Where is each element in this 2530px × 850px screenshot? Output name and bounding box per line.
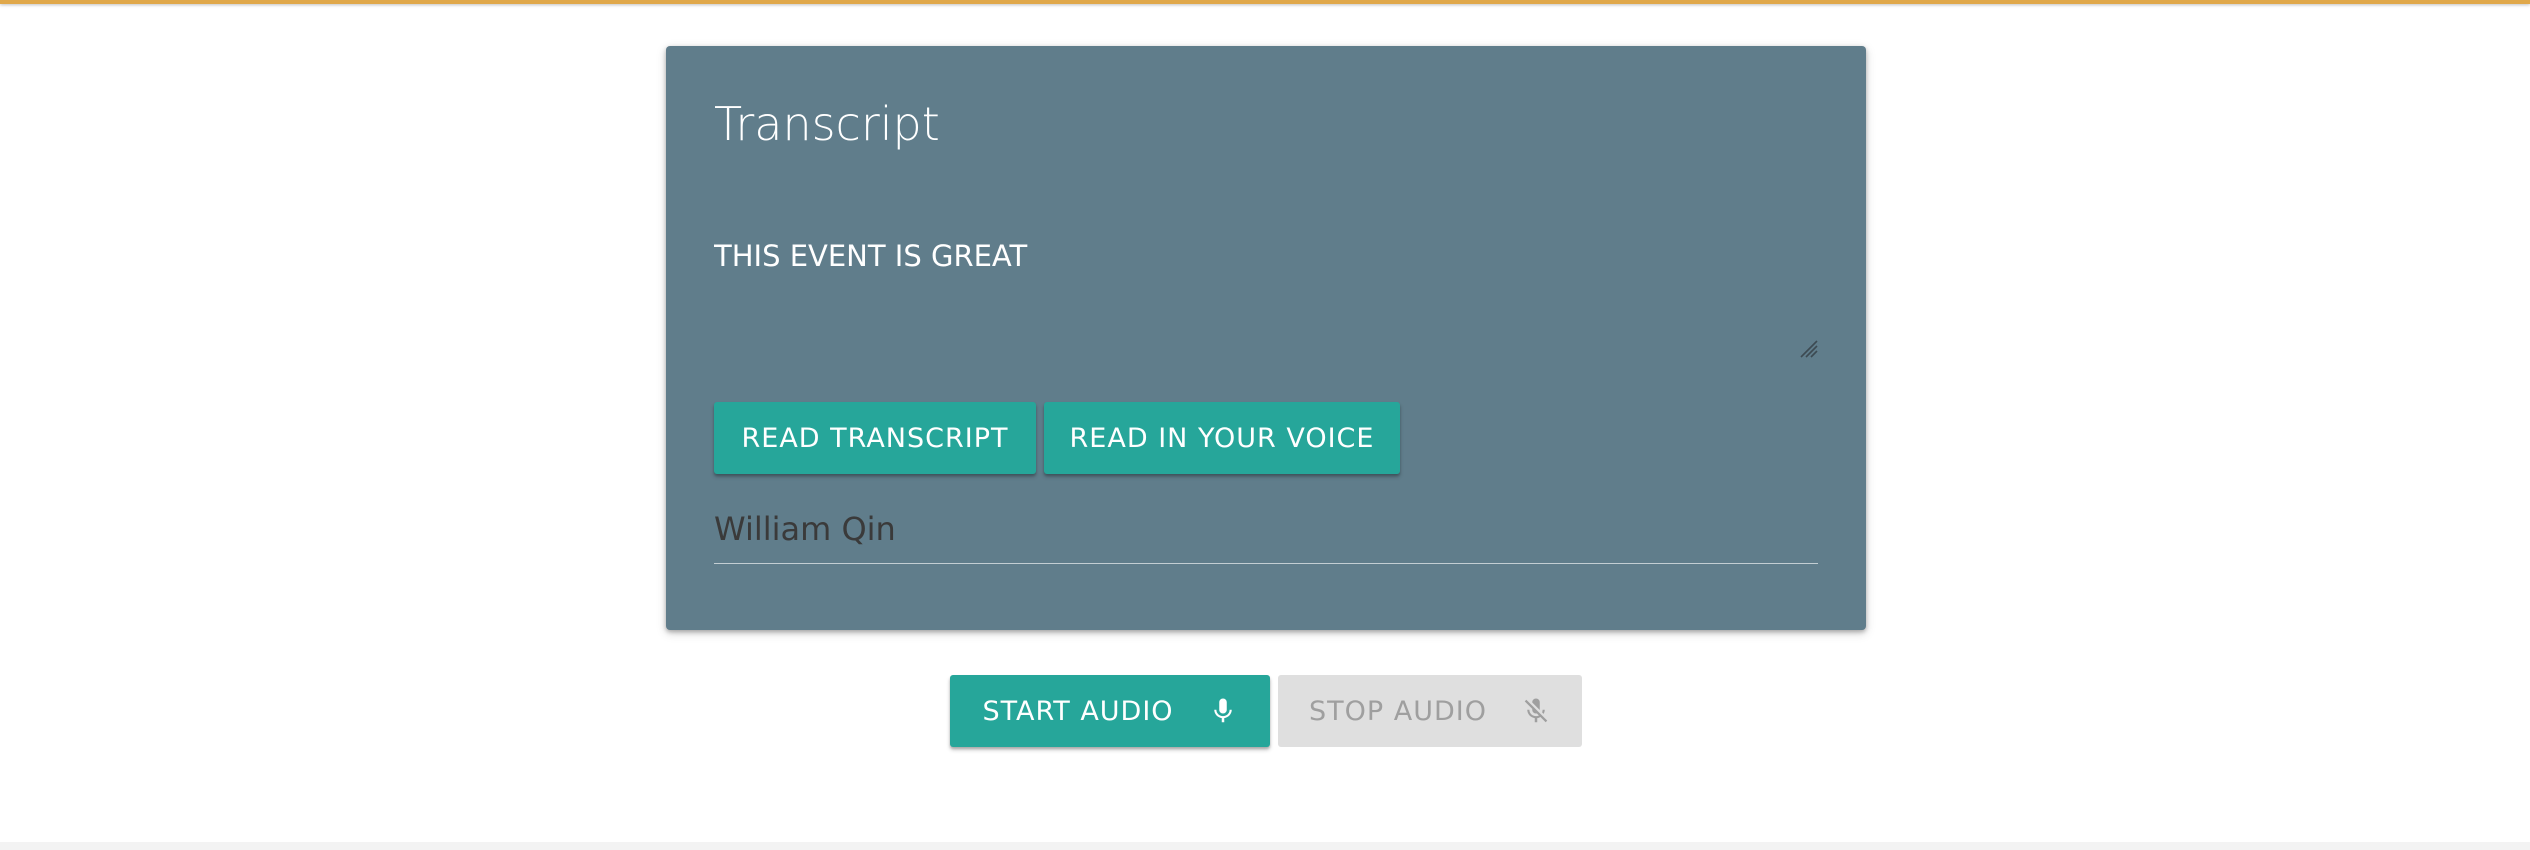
read-transcript-button[interactable]: READ TRANSCRIPT — [714, 402, 1036, 474]
transcript-card: Transcript THIS EVENT IS GREAT READ TRAN… — [666, 46, 1866, 630]
start-audio-label: START AUDIO — [982, 695, 1174, 727]
microphone-icon — [1213, 698, 1232, 723]
resize-grip-icon[interactable] — [1796, 336, 1818, 358]
start-audio-button[interactable]: START AUDIO — [950, 675, 1270, 747]
read-in-your-voice-label: READ IN YOUR VOICE — [1069, 422, 1375, 454]
read-transcript-label: READ TRANSCRIPT — [741, 422, 1009, 454]
name-input[interactable] — [714, 494, 1818, 564]
top-accent-bar — [0, 0, 2530, 4]
microphone-off-icon — [1524, 698, 1548, 723]
card-title: Transcript — [714, 97, 940, 151]
stop-audio-button[interactable]: STOP AUDIO — [1278, 675, 1582, 747]
transcript-textarea[interactable]: THIS EVENT IS GREAT — [714, 232, 1818, 402]
stop-audio-label: STOP AUDIO — [1309, 695, 1487, 727]
read-in-your-voice-button[interactable]: READ IN YOUR VOICE — [1044, 402, 1400, 474]
footer-band — [0, 842, 2530, 850]
